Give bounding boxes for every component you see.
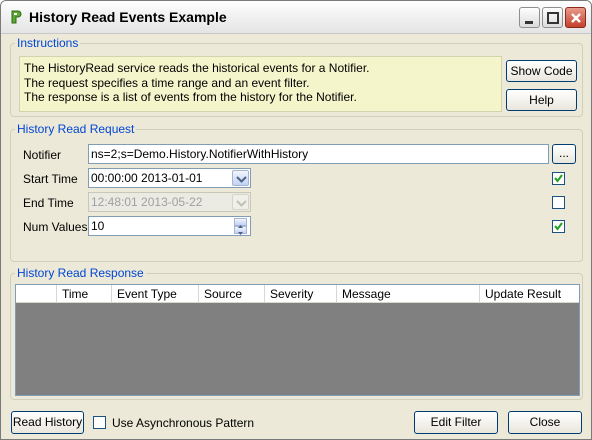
read-history-button[interactable]: Read History [11, 411, 84, 434]
column-header-source[interactable]: Source [198, 285, 264, 303]
notifier-field[interactable]: ns=2;s=Demo.History.NotifierWithHistory [88, 144, 549, 164]
column-header-event-type[interactable]: Event Type [111, 285, 198, 303]
instructions-group-label: Instructions [15, 36, 81, 50]
async-checkbox[interactable] [93, 416, 106, 429]
window-title: History Read Events Example [29, 9, 227, 25]
end-time-value: 12:48:01 2013-05-22 [91, 195, 203, 209]
start-time-picker[interactable]: 00:00:00 2013-01-01 [88, 168, 251, 188]
browse-button[interactable]: ... [552, 144, 576, 164]
async-label: Use Asynchronous Pattern [112, 416, 255, 430]
instructions-text: The HistoryRead service reads the histor… [19, 56, 502, 112]
start-time-value: 00:00:00 2013-01-01 [91, 171, 203, 185]
start-time-label: Start Time [23, 172, 78, 186]
column-header-update-result[interactable]: Update Result [479, 285, 579, 303]
arrow-down-icon [238, 232, 243, 235]
end-time-checkbox[interactable] [552, 196, 565, 209]
help-button[interactable]: Help [506, 89, 577, 111]
request-group-label: History Read Request [15, 122, 137, 136]
close-button[interactable]: Close [508, 411, 582, 434]
check-icon [554, 174, 563, 183]
num-values-label: Num Values [23, 220, 88, 234]
title-bar[interactable]: History Read Events Example [1, 1, 591, 34]
start-time-checkbox[interactable] [552, 172, 565, 185]
num-values-checkbox[interactable] [552, 220, 565, 233]
results-grid-header: Time Event Type Source Severity Message … [16, 285, 579, 303]
column-header-time[interactable]: Time [56, 285, 111, 303]
end-time-dropdown [232, 194, 249, 210]
num-values-value: 10 [91, 219, 105, 233]
response-group: History Read Response Time Event Type So… [10, 266, 583, 400]
results-grid[interactable]: Time Event Type Source Severity Message … [15, 284, 580, 396]
maximize-button[interactable] [542, 7, 563, 28]
instructions-group: Instructions The HistoryRead service rea… [10, 36, 583, 117]
num-values-input[interactable]: 10 [88, 216, 251, 236]
edit-filter-button[interactable]: Edit Filter [414, 411, 498, 434]
chevron-down-icon [236, 176, 247, 183]
app-icon [11, 10, 22, 24]
spin-down-button[interactable] [234, 226, 247, 235]
num-values-spinner[interactable] [234, 218, 247, 235]
notifier-label: Notifier [23, 148, 62, 162]
request-group: History Read Request Notifier ns=2;s=Dem… [10, 122, 583, 262]
column-header-severity[interactable]: Severity [264, 285, 336, 303]
end-time-picker: 12:48:01 2013-05-22 [88, 192, 251, 212]
minimize-button[interactable] [519, 7, 540, 28]
column-header-message[interactable]: Message [336, 285, 479, 303]
end-time-label: End Time [23, 196, 74, 210]
chevron-down-icon [236, 200, 247, 207]
show-code-button[interactable]: Show Code [506, 60, 577, 82]
column-header-blank[interactable] [16, 285, 56, 303]
dialog-window: History Read Events Example Instructions… [0, 0, 592, 440]
maximize-icon [547, 12, 559, 24]
close-window-button[interactable] [565, 7, 586, 28]
instructions-line: The response is a list of events from th… [24, 90, 357, 104]
close-icon [571, 13, 581, 23]
instructions-line: The request specifies a time range and a… [24, 75, 310, 90]
check-icon [554, 222, 563, 231]
minimize-icon [525, 21, 533, 24]
instructions-line: The HistoryRead service reads the histor… [24, 61, 370, 75]
spin-up-button[interactable] [234, 218, 247, 228]
start-time-dropdown[interactable] [232, 170, 249, 186]
response-group-label: History Read Response [15, 266, 146, 280]
